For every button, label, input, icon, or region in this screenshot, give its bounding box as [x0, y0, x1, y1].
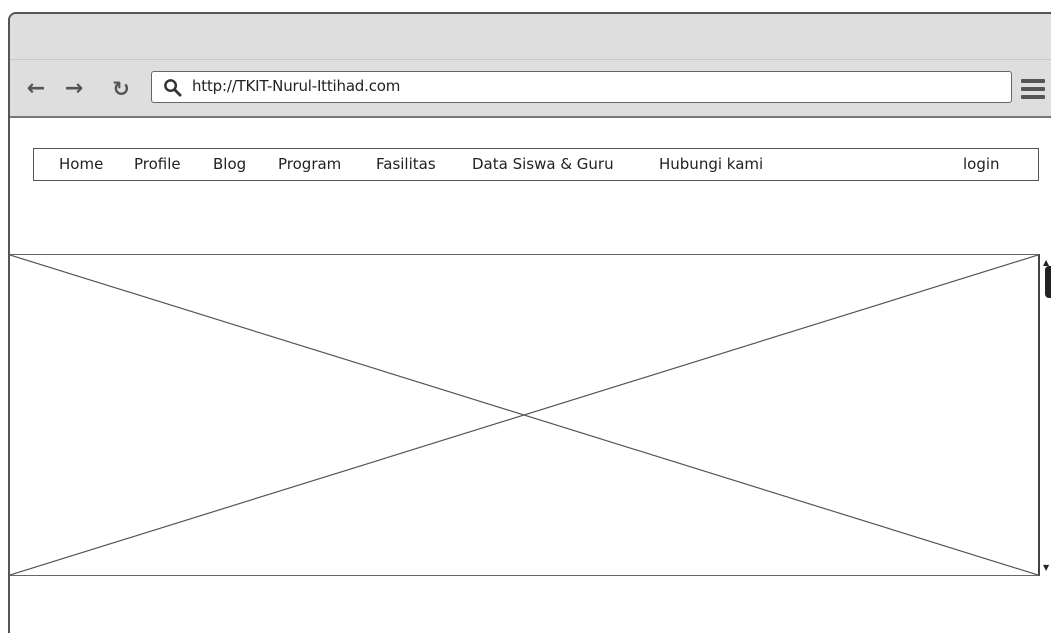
nav-profile[interactable]: Profile: [134, 155, 181, 173]
address-bar[interactable]: http://TKIT-Nurul-Ittihad.com: [151, 71, 1012, 103]
scroll-down-icon[interactable]: ▼: [1043, 563, 1049, 572]
hero-image-placeholder: [10, 254, 1040, 576]
nav-program[interactable]: Program: [278, 155, 341, 173]
search-icon: [164, 79, 182, 97]
login-link[interactable]: login: [963, 155, 1000, 173]
hamburger-menu-icon[interactable]: [1021, 79, 1045, 101]
nav-blog[interactable]: Blog: [213, 155, 246, 173]
scroll-thumb[interactable]: [1045, 266, 1051, 298]
browser-window: ← → ↻ http://TKIT-Nurul-Ittihad.com Home…: [8, 12, 1051, 633]
nav-fasilitas[interactable]: Fasilitas: [376, 155, 436, 173]
back-arrow-icon[interactable]: ←: [24, 77, 48, 101]
nav-hubungi-kami[interactable]: Hubungi kami: [659, 155, 763, 173]
forward-arrow-icon[interactable]: →: [62, 77, 86, 101]
browser-toolbar: ← → ↻ http://TKIT-Nurul-Ittihad.com: [10, 60, 1051, 118]
site-navigation: Home Profile Blog Program Fasilitas Data…: [33, 148, 1039, 181]
url-text[interactable]: http://TKIT-Nurul-Ittihad.com: [192, 77, 400, 95]
image-placeholder-cross: [10, 255, 1038, 575]
nav-data-siswa-guru[interactable]: Data Siswa & Guru: [472, 155, 614, 173]
vertical-scrollbar[interactable]: ▲ ▼: [1040, 254, 1051, 576]
nav-home[interactable]: Home: [59, 155, 103, 173]
reload-icon[interactable]: ↻: [109, 77, 133, 101]
browser-titlebar: [10, 14, 1051, 60]
